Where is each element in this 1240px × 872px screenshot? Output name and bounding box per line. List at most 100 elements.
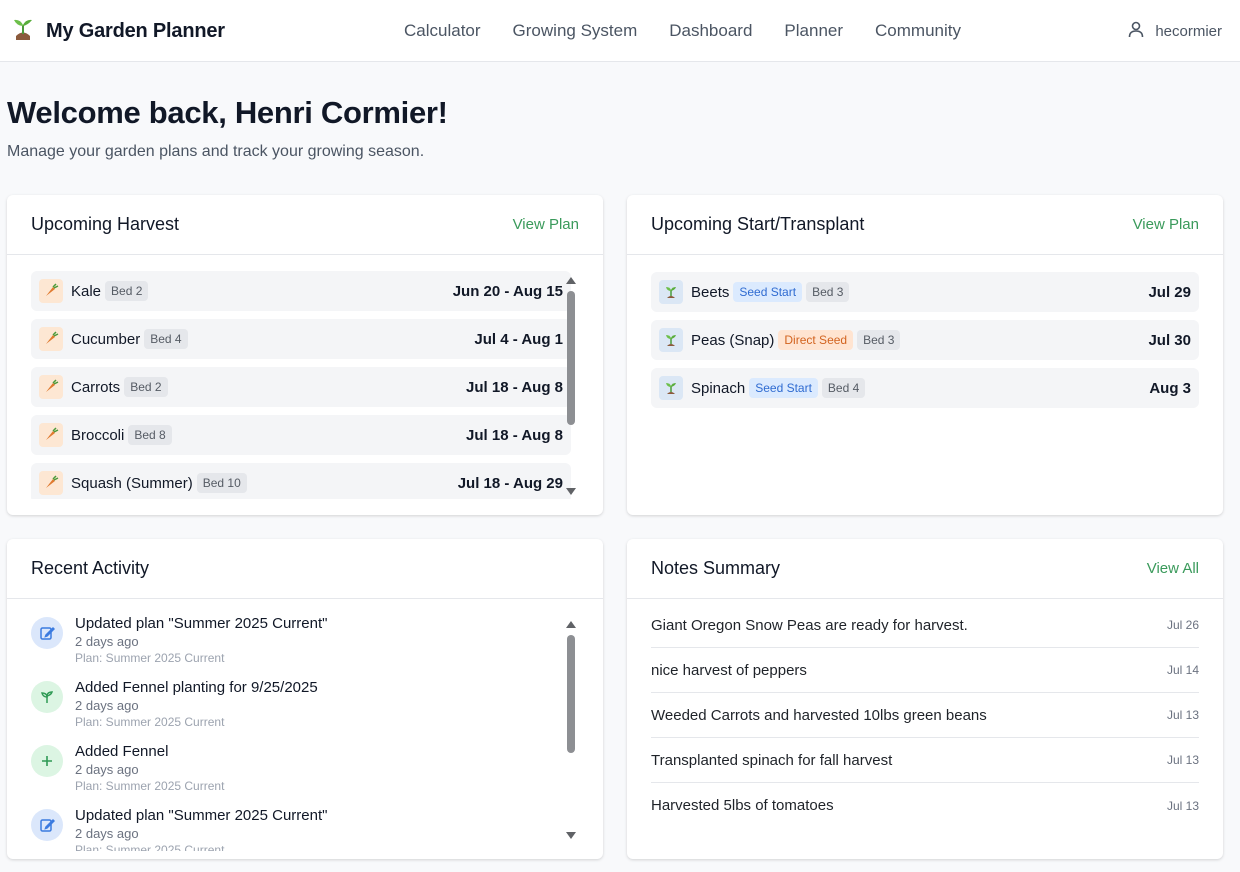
bed-badge: Bed 8: [128, 425, 172, 445]
user-icon: [1127, 20, 1145, 42]
harvest-row[interactable]: Squash (Summer) Bed 10 Jul 18 - Aug 29: [31, 463, 571, 499]
harvest-row[interactable]: Carrots Bed 2 Jul 18 - Aug 8: [31, 367, 571, 407]
card-header: Recent Activity: [7, 539, 603, 599]
activity-item: Updated plan "Summer 2025 Current" 2 day…: [31, 615, 571, 679]
sprout-logo-icon: [10, 16, 36, 47]
crop-name: Broccoli: [71, 426, 125, 444]
note-text: Harvested 5lbs of tomatoes: [651, 797, 834, 814]
start-row[interactable]: Spinach Seed Start Bed 4 Aug 3: [651, 368, 1199, 408]
bed-badge: Bed 2: [105, 281, 149, 301]
activity-scrollbar[interactable]: [565, 621, 577, 839]
start-row[interactable]: Beets Seed Start Bed 3 Jul 29: [651, 272, 1199, 312]
note-text: Transplanted spinach for fall harvest: [651, 751, 893, 769]
start-date: Aug 3: [1149, 379, 1191, 397]
crop-name: Carrots: [71, 378, 121, 396]
note-date: Jul 13: [1166, 753, 1199, 767]
harvest-date: Jun 20 - Aug 15: [452, 282, 563, 300]
bed-badge: Bed 10: [196, 473, 247, 493]
brand[interactable]: My Garden Planner: [10, 16, 225, 47]
view-all-link[interactable]: View All: [1147, 560, 1199, 577]
note-item[interactable]: Transplanted spinach for fall harvest Ju…: [651, 738, 1199, 783]
note-item[interactable]: Harvested 5lbs of tomatoes Jul 13: [651, 783, 1199, 828]
upcoming-harvest-card: Upcoming Harvest View Plan Kale Bed 2 Ju…: [7, 195, 603, 515]
card-header: Upcoming Harvest View Plan: [7, 195, 603, 255]
seedling-icon: [659, 376, 683, 400]
sprout-icon: [31, 681, 63, 713]
activity-time: 2 days ago: [75, 762, 139, 777]
nav-community[interactable]: Community: [859, 21, 977, 41]
harvest-date: Jul 18 - Aug 8: [466, 378, 563, 396]
note-text: Weeded Carrots and harvested 10lbs green…: [651, 706, 987, 724]
activity-plan: Plan: Summer 2025 Current: [75, 651, 225, 665]
seedling-icon: [659, 280, 683, 304]
nav-calculator[interactable]: Calculator: [388, 21, 497, 41]
activity-plan: Plan: Summer 2025 Current: [75, 715, 225, 729]
harvest-row[interactable]: Kale Bed 2 Jun 20 - Aug 15: [31, 271, 571, 311]
scroll-down-arrow-icon[interactable]: [566, 832, 576, 839]
welcome-section: Welcome back, Henri Cormier! Manage your…: [7, 95, 448, 161]
view-plan-link[interactable]: View Plan: [1133, 216, 1199, 233]
harvest-row[interactable]: Cucumber Bed 4 Jul 4 - Aug 1: [31, 319, 571, 359]
crop-name: Squash (Summer): [71, 474, 193, 492]
recent-activity-card: Recent Activity Updated plan "Summer 202…: [7, 539, 603, 859]
card-title: Upcoming Harvest: [31, 214, 180, 234]
page-subtitle: Manage your garden plans and track your …: [7, 143, 425, 160]
bed-badge: Bed 4: [821, 378, 866, 398]
card-header: Upcoming Start/Transplant View Plan: [627, 195, 1223, 255]
user-menu[interactable]: hecormier: [1127, 0, 1222, 62]
card-title: Notes Summary: [651, 558, 781, 578]
activity-item: Updated plan "Summer 2025 Current" 2 day…: [31, 807, 571, 851]
main-nav: Calculator Growing System Dashboard Plan…: [388, 0, 977, 62]
carrot-icon: [39, 375, 63, 399]
note-date: Jul 26: [1166, 618, 1199, 632]
start-date: Jul 29: [1148, 283, 1191, 301]
crop-name: Peas (Snap): [691, 331, 775, 349]
scroll-up-arrow-icon[interactable]: [566, 621, 576, 628]
view-plan-link[interactable]: View Plan: [513, 216, 579, 233]
carrot-icon: [39, 279, 63, 303]
plus-icon: [31, 745, 63, 777]
harvest-list[interactable]: Kale Bed 2 Jun 20 - Aug 15 Cucumber Bed …: [31, 271, 571, 499]
activity-text: Added Fennel: [75, 743, 169, 760]
carrot-icon: [39, 327, 63, 351]
carrot-icon: [39, 423, 63, 447]
activity-time: 2 days ago: [75, 826, 139, 841]
seed-start-badge: Seed Start: [749, 378, 818, 398]
scroll-thumb[interactable]: [567, 635, 575, 753]
card-title: Recent Activity: [31, 558, 150, 578]
note-item[interactable]: Giant Oregon Snow Peas are ready for har…: [651, 603, 1199, 648]
note-date: Jul 13: [1166, 708, 1199, 722]
nav-planner[interactable]: Planner: [768, 21, 859, 41]
scroll-down-arrow-icon[interactable]: [566, 488, 576, 495]
activity-text: Added Fennel planting for 9/25/2025: [75, 679, 318, 696]
edit-icon: [31, 617, 63, 649]
note-item[interactable]: Weeded Carrots and harvested 10lbs green…: [651, 693, 1199, 738]
harvest-scrollbar[interactable]: [565, 277, 577, 495]
harvest-row[interactable]: Broccoli Bed 8 Jul 18 - Aug 8: [31, 415, 571, 455]
activity-plan: Plan: Summer 2025 Current: [75, 779, 225, 793]
crop-name: Beets: [691, 283, 730, 301]
scroll-up-arrow-icon[interactable]: [566, 277, 576, 284]
start-row[interactable]: Peas (Snap) Direct Seed Bed 3 Jul 30: [651, 320, 1199, 360]
crop-name: Spinach: [691, 379, 746, 397]
note-item[interactable]: nice harvest of peppers Jul 14: [651, 648, 1199, 693]
bed-badge: Bed 3: [806, 282, 850, 302]
harvest-date: Jul 4 - Aug 1: [474, 330, 563, 348]
bed-badge: Bed 4: [144, 329, 188, 349]
activity-list[interactable]: Updated plan "Summer 2025 Current" 2 day…: [31, 615, 571, 851]
nav-growing-system[interactable]: Growing System: [497, 21, 654, 41]
top-navbar: My Garden Planner Calculator Growing Sys…: [0, 0, 1240, 62]
notes-list: Giant Oregon Snow Peas are ready for har…: [651, 603, 1199, 828]
harvest-date: Jul 18 - Aug 8: [466, 426, 563, 444]
activity-item: Added Fennel 2 days ago Plan: Summer 202…: [31, 743, 571, 807]
start-date: Jul 30: [1148, 331, 1191, 349]
nav-dashboard[interactable]: Dashboard: [653, 21, 768, 41]
notes-summary-card: Notes Summary View All Giant Oregon Snow…: [627, 539, 1223, 859]
note-text: nice harvest of peppers: [651, 661, 807, 679]
seed-start-badge: Seed Start: [733, 282, 803, 302]
page-title: Welcome back, Henri Cormier!: [7, 95, 448, 130]
scroll-thumb[interactable]: [567, 291, 575, 425]
brand-title: My Garden Planner: [46, 20, 225, 42]
upcoming-start-card: Upcoming Start/Transplant View Plan Beet…: [627, 195, 1223, 515]
crop-name: Kale: [71, 282, 102, 300]
